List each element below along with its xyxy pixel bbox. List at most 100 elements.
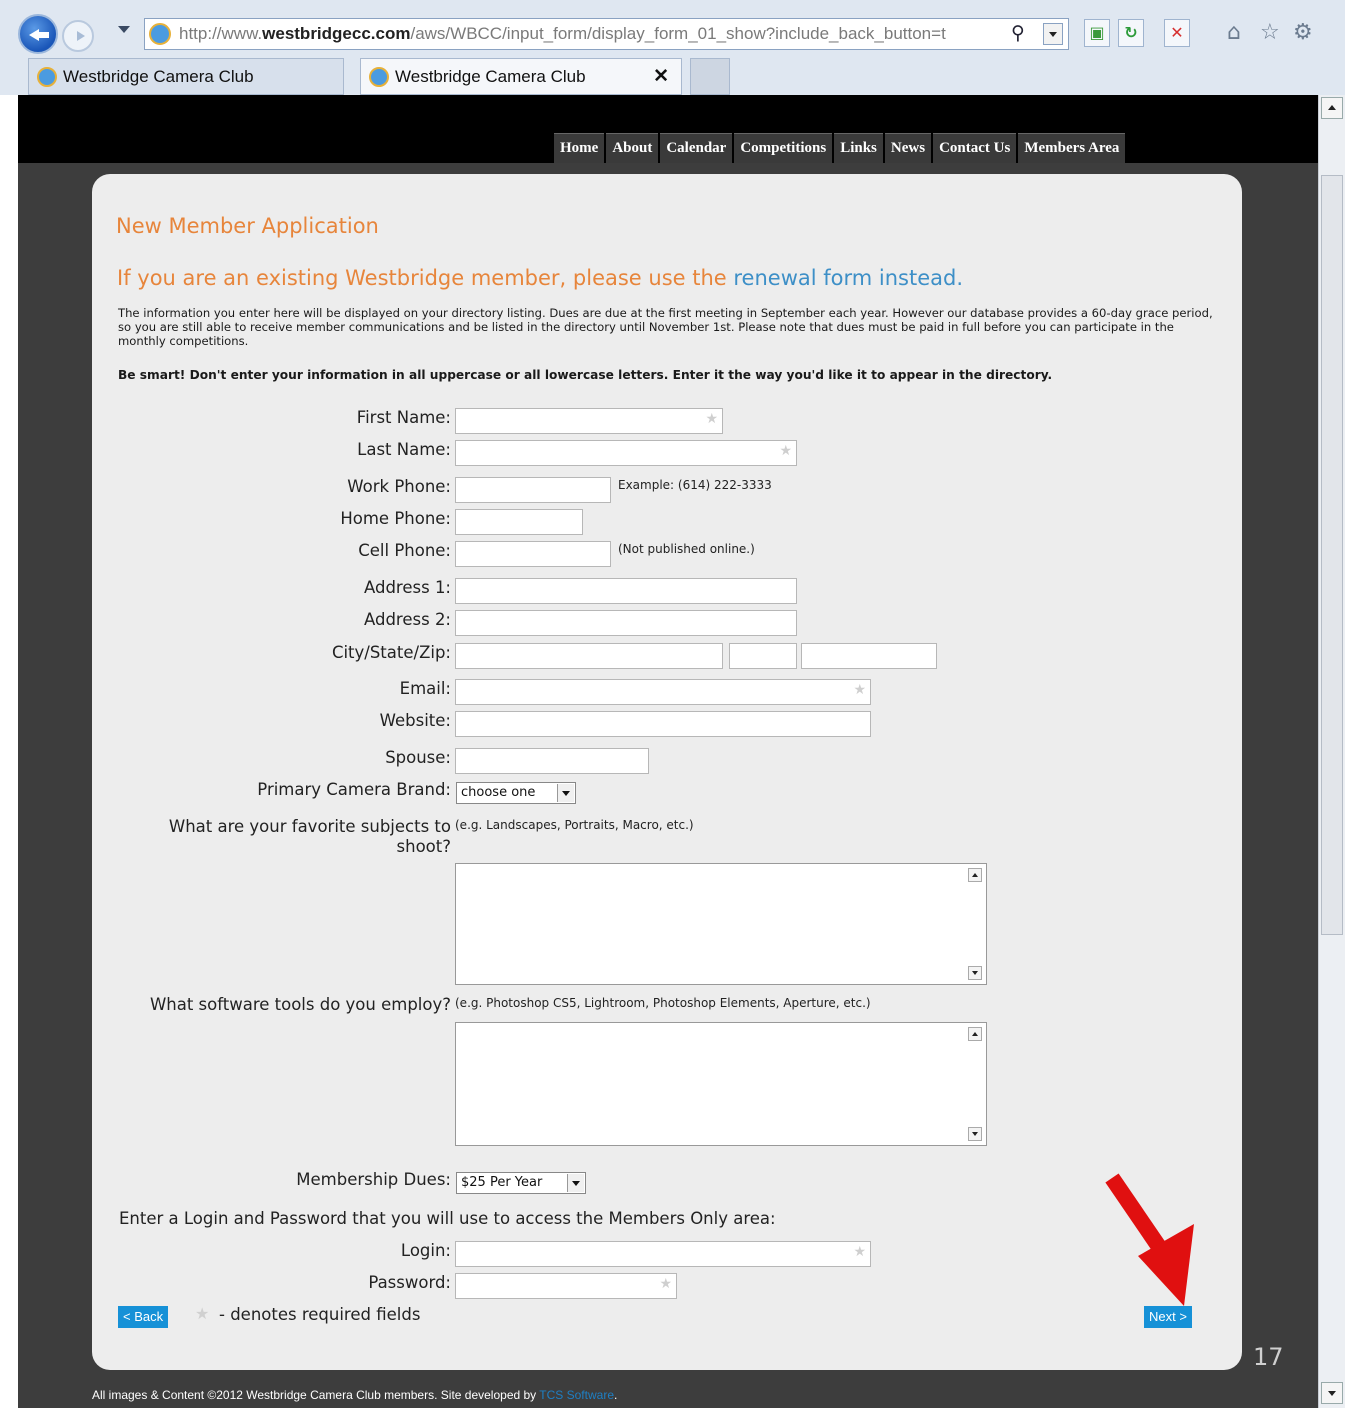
work-phone-hint: Example: (614) 222-3333 — [618, 478, 772, 492]
login-field[interactable]: ★ — [455, 1241, 871, 1267]
nav-members-area[interactable]: Members Area — [1018, 133, 1126, 163]
login-label: Login: — [400, 1241, 451, 1260]
tab-page-icon — [37, 67, 57, 87]
browser-tab-2[interactable]: Westbridge Camera Club ✕ — [360, 58, 682, 95]
last-name-field[interactable]: ★ — [455, 440, 797, 466]
forward-icon[interactable] — [62, 20, 94, 52]
renewal-form-link[interactable]: renewal form instead. — [733, 266, 963, 290]
history-dropdown-icon[interactable] — [118, 26, 130, 33]
zip-field[interactable] — [801, 643, 937, 669]
city-state-zip-label: City/State/Zip: — [331, 643, 451, 662]
required-star-icon: ★ — [659, 1276, 672, 1292]
browser-toolbar: http://www.westbridgecc.com/aws/WBCC/inp… — [0, 0, 1345, 95]
notice-text: If you are an existing Westbridge member… — [117, 266, 734, 290]
url-path: /aws/WBCC/input_form/display_form_01_sho… — [410, 24, 946, 43]
close-tab-icon[interactable]: ✕ — [653, 59, 669, 94]
stop-icon[interactable]: ✕ — [1164, 19, 1190, 47]
footer-developer-link[interactable]: TCS Software — [539, 1388, 614, 1402]
work-phone-label: Work Phone: — [347, 477, 451, 496]
address1-field[interactable] — [455, 578, 797, 604]
required-star-icon: ★ — [705, 411, 718, 427]
state-field[interactable] — [729, 643, 797, 669]
scroll-up-icon[interactable] — [1321, 97, 1343, 119]
page-scrollbar[interactable] — [1318, 95, 1345, 1408]
address-bar[interactable]: http://www.westbridgecc.com/aws/WBCC/inp… — [144, 18, 1069, 50]
nav-home[interactable]: Home — [554, 133, 605, 163]
existing-member-notice: If you are an existing Westbridge member… — [117, 266, 963, 290]
url-prefix: http://www. — [179, 24, 263, 43]
login-intro-text: Enter a Login and Password that you will… — [119, 1209, 776, 1228]
footer-end: . — [614, 1388, 618, 1402]
cell-phone-hint: (Not published online.) — [618, 542, 755, 556]
camera-brand-value: choose one — [461, 785, 536, 800]
footer: All images & Content ©2012 Westbridge Ca… — [92, 1388, 617, 1402]
page-icon — [149, 23, 171, 45]
spouse-field[interactable] — [455, 748, 649, 774]
dues-select[interactable]: $25 Per Year — [456, 1172, 586, 1194]
subjects-textarea[interactable] — [455, 863, 987, 985]
scroll-down-icon[interactable] — [968, 1127, 982, 1141]
scroll-down-icon[interactable] — [968, 966, 982, 980]
software-textarea[interactable] — [455, 1022, 987, 1146]
camera-brand-select[interactable]: choose one — [456, 782, 576, 804]
subjects-label-line1: What are your favorite subjects to — [168, 817, 451, 836]
page-title: New Member Application — [116, 214, 379, 238]
work-phone-field[interactable] — [455, 477, 611, 503]
url-domain: westbridgecc.com — [262, 24, 411, 43]
nav-calendar[interactable]: Calendar — [660, 133, 733, 163]
website-label: Website: — [379, 711, 451, 730]
website-field[interactable] — [455, 711, 871, 737]
chevron-down-icon[interactable] — [557, 784, 574, 802]
nav-links[interactable]: Links — [834, 133, 883, 163]
scroll-down-icon[interactable] — [1321, 1382, 1343, 1404]
email-label: Email: — [399, 679, 451, 698]
nav-news[interactable]: News — [884, 133, 932, 163]
scroll-up-icon[interactable] — [968, 1027, 982, 1041]
compatibility-view-icon[interactable]: ▣ — [1084, 19, 1110, 47]
password-label: Password: — [368, 1273, 451, 1292]
required-note: - denotes required fields — [219, 1305, 421, 1324]
home-icon[interactable]: ⌂ — [1227, 20, 1241, 45]
advice-text: Be smart! Don't enter your information i… — [118, 368, 1053, 382]
next-button[interactable]: Next > — [1144, 1306, 1192, 1328]
cell-phone-field[interactable] — [455, 541, 611, 567]
back-icon[interactable] — [18, 14, 58, 54]
subjects-label-line2: shoot? — [396, 837, 451, 856]
scroll-thumb[interactable] — [1321, 175, 1343, 935]
favorites-icon[interactable]: ☆ — [1260, 20, 1280, 45]
last-name-label: Last Name: — [357, 440, 451, 459]
required-star-icon: ★ — [853, 1244, 866, 1260]
password-field[interactable]: ★ — [455, 1273, 677, 1299]
browser-tab-1[interactable]: Westbridge Camera Club — [28, 58, 344, 95]
site-nav: Home About Calendar Competitions Links N… — [554, 133, 1127, 163]
tab-page-icon — [369, 67, 389, 87]
required-star-icon: ★ — [779, 443, 792, 459]
search-icon[interactable]: ⚲ — [1011, 22, 1025, 44]
scroll-up-icon[interactable] — [968, 868, 982, 882]
slide-number: 17 — [1253, 1343, 1284, 1371]
spouse-label: Spouse: — [385, 748, 451, 767]
home-phone-field[interactable] — [455, 509, 583, 535]
nav-contact-us[interactable]: Contact Us — [933, 133, 1017, 163]
email-field[interactable]: ★ — [455, 679, 871, 705]
nav-about[interactable]: About — [606, 133, 659, 163]
address-dropdown-icon[interactable] — [1043, 23, 1063, 45]
home-phone-label: Home Phone: — [340, 509, 451, 528]
address2-field[interactable] — [455, 610, 797, 636]
software-label: What software tools do you employ? — [149, 995, 451, 1014]
dues-label: Membership Dues: — [296, 1170, 451, 1189]
nav-competitions[interactable]: Competitions — [734, 133, 833, 163]
footer-text: All images & Content ©2012 Westbridge Ca… — [92, 1388, 540, 1402]
first-name-field[interactable]: ★ — [455, 408, 723, 434]
address1-label: Address 1: — [363, 578, 451, 597]
url-text[interactable]: http://www.westbridgecc.com/aws/WBCC/inp… — [179, 24, 946, 44]
city-field[interactable] — [455, 643, 723, 669]
intro-text: The information you enter here will be d… — [118, 306, 1213, 348]
refresh-icon[interactable]: ↻ — [1118, 19, 1144, 47]
gear-icon[interactable]: ⚙ — [1293, 20, 1313, 45]
back-button[interactable]: < Back — [118, 1306, 169, 1328]
cell-phone-label: Cell Phone: — [358, 541, 451, 560]
new-tab-button[interactable] — [690, 58, 730, 95]
software-hint: (e.g. Photoshop CS5, Lightroom, Photosho… — [455, 996, 871, 1010]
chevron-down-icon[interactable] — [567, 1174, 584, 1192]
